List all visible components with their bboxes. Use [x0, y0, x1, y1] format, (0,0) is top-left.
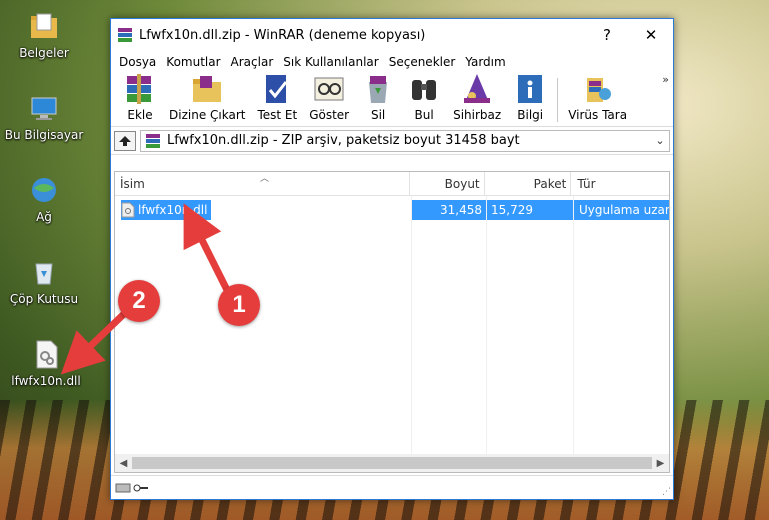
- desktop-icon-this-pc[interactable]: Bu Bilgisayar: [4, 92, 84, 142]
- resize-grip-icon[interactable]: ⋰: [662, 487, 671, 497]
- recycle-bin-icon: [35, 263, 53, 285]
- tool-label: Sihirbaz: [453, 108, 502, 122]
- column-divider: [486, 196, 487, 454]
- tool-label: Dizine Çıkart: [169, 108, 246, 122]
- header-label: Tür: [577, 177, 596, 191]
- network-icon: [32, 178, 56, 202]
- desktop-icon-network[interactable]: Ağ: [4, 174, 84, 224]
- menu-araclar[interactable]: Araçlar: [227, 55, 278, 69]
- tool-label: Bilgi: [517, 108, 544, 122]
- dll-file-icon: [36, 340, 58, 369]
- table-row[interactable]: lfwfx10n.dll 31,458 15,729 Uygulama uzan…: [115, 199, 669, 221]
- desktop-icon-label: Belgeler: [19, 46, 69, 60]
- winrar-app-icon: [118, 28, 132, 42]
- sort-arrow-icon: ︿: [260, 174, 270, 184]
- cell-packed: 15,729: [486, 200, 573, 220]
- desktop-icon-label: Çöp Kutusu: [9, 292, 79, 306]
- tool-label: Bul: [414, 108, 434, 122]
- toolbar-separator: [557, 78, 559, 122]
- menu-sik-kullanilanlar[interactable]: Sık Kullanılanlar: [279, 55, 382, 69]
- address-text: Lfwfx10n.dll.zip - ZIP arşiv, paketsiz b…: [167, 133, 520, 148]
- info-icon: [518, 75, 543, 103]
- tool-virus-tara-button[interactable]: Virüs Tara: [568, 72, 627, 126]
- folder-documents-icon: [31, 13, 57, 38]
- cell-type: Uygulama uzantısı: [573, 200, 669, 220]
- menu-bar: Dosya Komutlar Araçlar Sık Kullanılanlar…: [111, 51, 673, 73]
- step-badge-1: 1: [218, 284, 260, 326]
- scroll-left-icon[interactable]: ◀: [115, 458, 132, 469]
- tool-label: Sil: [370, 108, 386, 122]
- column-header-packed[interactable]: Paket: [485, 172, 572, 196]
- drive-key-icon[interactable]: [115, 481, 149, 495]
- menu-yardim[interactable]: Yardım: [461, 55, 509, 69]
- menu-secenekler[interactable]: Seçenekler: [385, 55, 460, 69]
- tool-label: Ekle: [127, 108, 153, 122]
- close-button[interactable]: ✕: [629, 19, 673, 51]
- scroll-right-icon[interactable]: ▶: [652, 458, 669, 469]
- up-arrow-icon: [119, 135, 131, 146]
- window-title: Lfwfx10n.dll.zip - WinRAR (deneme kopyas…: [139, 27, 426, 43]
- tool-label: Virüs Tara: [568, 108, 628, 122]
- delete-icon: [369, 76, 388, 103]
- scroll-track[interactable]: [132, 457, 652, 469]
- dll-file-icon: [121, 202, 135, 218]
- toolbar: Ekle Dizine Çıkart Test Et Göster Sil Bu…: [111, 73, 673, 127]
- computer-icon: [31, 97, 57, 120]
- find-icon: [412, 80, 437, 100]
- tool-dizine-cikart-button[interactable]: Dizine Çıkart: [169, 72, 245, 126]
- address-bar: Lfwfx10n.dll.zip - ZIP arşiv, paketsiz b…: [111, 127, 673, 155]
- horizontal-scrollbar[interactable]: ◀ ▶: [115, 454, 669, 472]
- scroll-thumb[interactable]: [132, 457, 652, 469]
- file-type: Uygulama uzantısı: [579, 203, 669, 217]
- up-folder-button[interactable]: [114, 130, 136, 151]
- column-divider: [573, 196, 574, 454]
- wizard-icon: [464, 74, 491, 103]
- test-icon: [266, 75, 288, 103]
- help-button[interactable]: ?: [585, 19, 629, 51]
- chevron-down-icon[interactable]: ⌄: [651, 134, 669, 147]
- extract-to-icon: [193, 76, 222, 102]
- column-header: ︿ İsim Boyut Paket Tür: [115, 172, 669, 196]
- tool-sil-button[interactable]: Sil: [361, 72, 395, 126]
- winrar-window: Lfwfx10n.dll.zip - WinRAR (deneme kopyas…: [110, 18, 674, 500]
- tool-bilgi-button[interactable]: Bilgi: [513, 72, 547, 126]
- menu-komutlar[interactable]: Komutlar: [162, 55, 224, 69]
- column-divider: [411, 196, 412, 454]
- cell-name: lfwfx10n.dll: [115, 200, 411, 220]
- virus-scan-icon: [586, 78, 611, 102]
- desktop-icon-label: lfwfx10n.dll: [11, 374, 81, 388]
- view-icon: [314, 77, 344, 101]
- tool-ekle-button[interactable]: Ekle: [123, 72, 157, 126]
- add-archive-icon: [127, 74, 151, 104]
- cell-size: 31,458: [411, 200, 486, 220]
- desktop-icon-documents[interactable]: Belgeler: [4, 10, 84, 60]
- tool-goster-button[interactable]: Göster: [309, 72, 349, 126]
- desktop-icon-label: Ağ: [36, 210, 52, 224]
- file-packed: 15,729: [491, 203, 533, 217]
- desktop-icon-label: Bu Bilgisayar: [4, 128, 84, 142]
- file-size: 31,458: [440, 203, 482, 217]
- header-label: Paket: [533, 177, 567, 191]
- status-bar: ⋰: [111, 475, 673, 499]
- file-name: lfwfx10n.dll: [138, 203, 208, 217]
- title-bar[interactable]: Lfwfx10n.dll.zip - WinRAR (deneme kopyas…: [111, 19, 673, 51]
- menu-dosya[interactable]: Dosya: [115, 55, 160, 69]
- zip-archive-icon: [146, 133, 160, 148]
- tool-bul-button[interactable]: Bul: [407, 72, 441, 126]
- header-label: İsim: [120, 177, 145, 191]
- tool-test-et-button[interactable]: Test Et: [257, 72, 297, 126]
- column-header-size[interactable]: Boyut: [410, 172, 485, 196]
- desktop-icon-dll-file[interactable]: lfwfx10n.dll: [6, 338, 86, 388]
- address-field[interactable]: Lfwfx10n.dll.zip - ZIP arşiv, paketsiz b…: [140, 129, 670, 152]
- step-badge-2: 2: [118, 280, 160, 322]
- tool-label: Göster: [309, 108, 350, 122]
- file-list: ︿ İsim Boyut Paket Tür lfwfx10n.dll 31,4…: [114, 171, 670, 473]
- tool-sihirbaz-button[interactable]: Sihirbaz: [453, 72, 501, 126]
- tool-label: Test Et: [257, 108, 298, 122]
- desktop-icon-recycle-bin[interactable]: Çöp Kutusu: [4, 256, 84, 306]
- header-label: Boyut: [444, 177, 480, 191]
- toolbar-more-button[interactable]: »: [662, 73, 669, 86]
- column-header-type[interactable]: Tür: [571, 172, 669, 196]
